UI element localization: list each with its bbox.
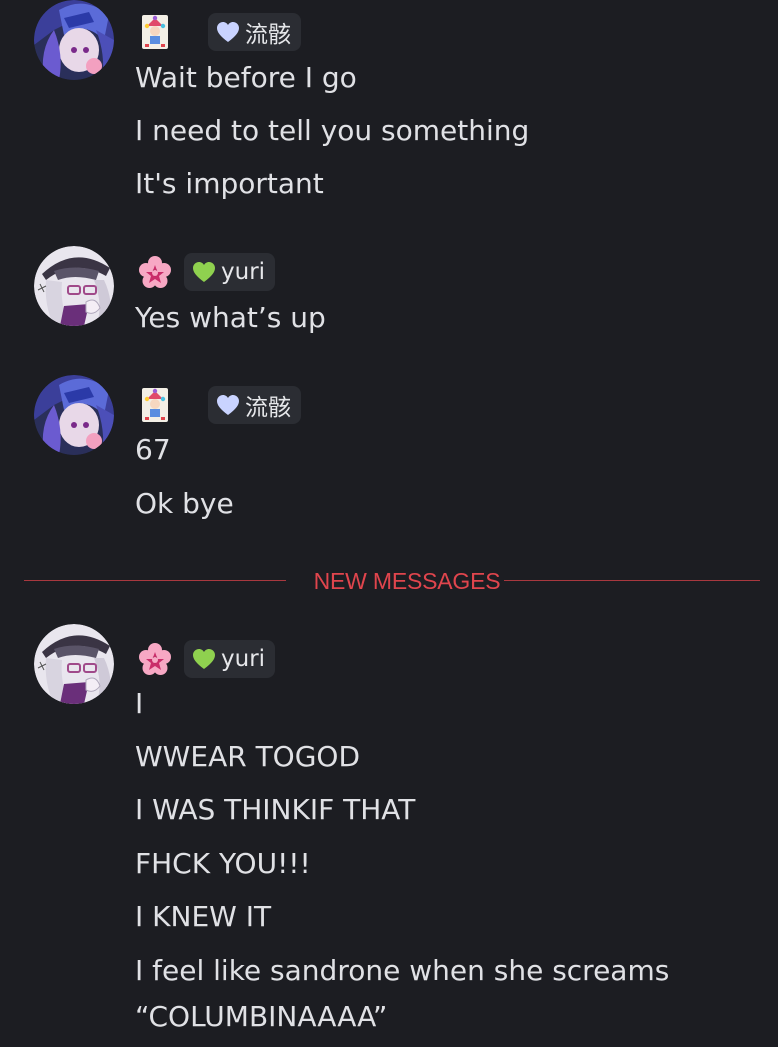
pink-flower-icon <box>136 253 174 291</box>
avatar[interactable] <box>34 246 114 326</box>
message-header: 流骸 <box>136 12 301 52</box>
username-tag[interactable]: 流骸 <box>208 13 301 51</box>
message-header: yuri <box>136 639 276 679</box>
divider-line-right <box>504 580 760 581</box>
message-line: Ok bye <box>135 487 234 520</box>
username: 流骸 <box>245 22 291 48</box>
jester-card-icon <box>136 13 174 51</box>
message-line: Wait before I go <box>135 61 357 94</box>
message-line: I WAS THINKIF THAT <box>135 793 416 826</box>
heart-icon <box>193 649 215 669</box>
jester-card-icon <box>136 386 174 424</box>
username: yuri <box>221 259 266 285</box>
heart-icon <box>217 22 239 42</box>
message-line: WWEAR TOGOD <box>135 740 361 773</box>
new-messages-label: NEW MESSAGES <box>313 568 501 594</box>
pink-flower-icon <box>136 640 174 678</box>
heart-icon <box>217 395 239 415</box>
message-line: FHCK YOU!!! <box>135 847 311 880</box>
username-tag[interactable]: yuri <box>184 640 276 678</box>
message-line: 67 <box>135 433 171 466</box>
heart-icon <box>193 262 215 282</box>
message-header: 流骸 <box>136 385 301 425</box>
message-line: “COLUMBINAAAA” <box>135 1000 388 1033</box>
username-tag[interactable]: yuri <box>184 253 276 291</box>
username: yuri <box>221 646 266 672</box>
message-header: yuri <box>136 252 276 292</box>
username: 流骸 <box>245 395 291 421</box>
message-line: I feel like sandrone when she screams <box>135 954 670 987</box>
avatar[interactable] <box>34 375 114 455</box>
message-line: I <box>135 687 144 720</box>
username-tag[interactable]: 流骸 <box>208 386 301 424</box>
avatar[interactable] <box>34 0 114 80</box>
message-line: I need to tell you something <box>135 114 530 147</box>
message-line: It's important <box>135 167 324 200</box>
divider-line-left <box>24 580 286 581</box>
message-line: Yes what’s up <box>135 301 326 334</box>
new-messages-divider: NEW MESSAGES <box>24 568 760 594</box>
message-line: I KNEW IT <box>135 900 272 933</box>
avatar[interactable] <box>34 624 114 704</box>
